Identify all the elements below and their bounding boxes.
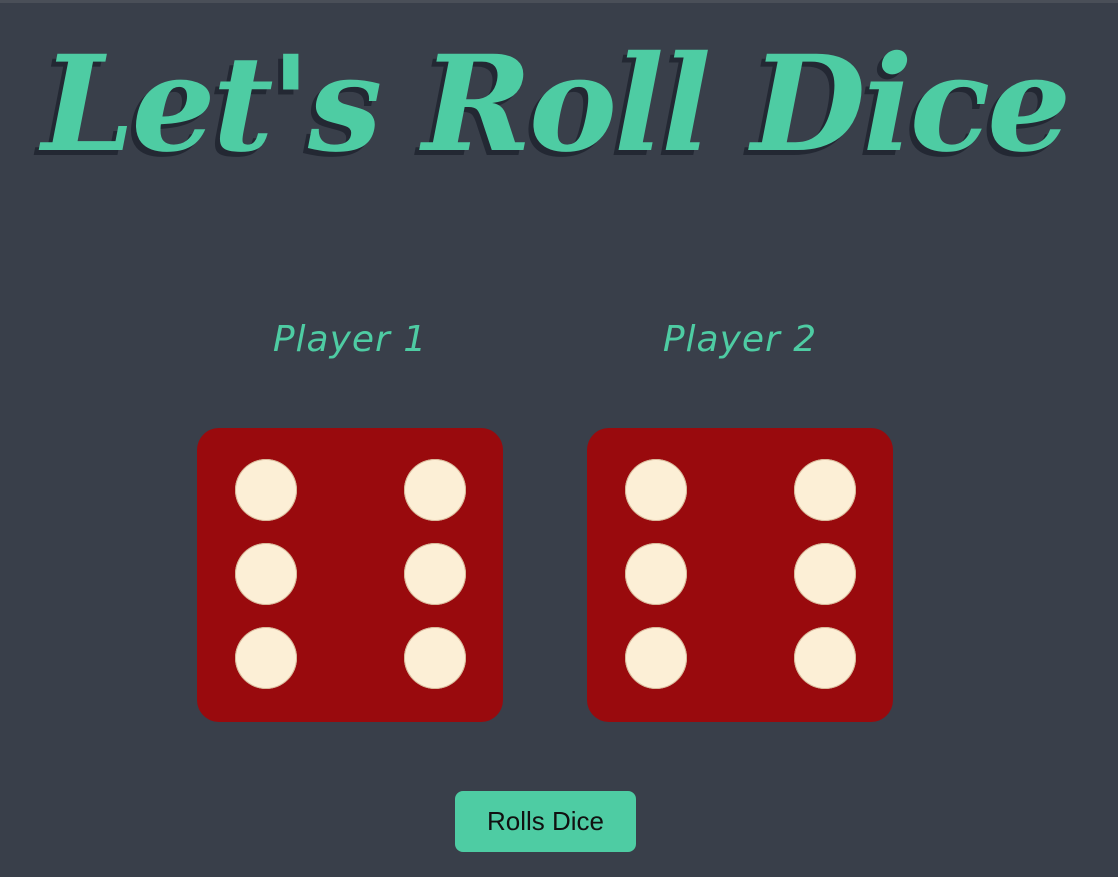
page-title: Let's Roll Dice: [41, 27, 1071, 182]
player-2-label: Player 2: [662, 319, 818, 360]
die-pip: [794, 543, 856, 605]
die-pip: [235, 459, 297, 521]
die-pip: [235, 627, 297, 689]
die-pip: [404, 459, 466, 521]
die-pip: [404, 627, 466, 689]
roll-dice-button[interactable]: Rolls Dice: [455, 791, 636, 852]
die-pip: [625, 627, 687, 689]
die-pip: [625, 459, 687, 521]
die-pip: [794, 627, 856, 689]
player-2-die: [587, 428, 893, 722]
player-1-die: [197, 428, 503, 722]
window-top-edge: [0, 0, 1118, 3]
player-2-section: Player 2: [587, 300, 893, 380]
die-pip: [794, 459, 856, 521]
die-pip: [625, 543, 687, 605]
player-1-label: Player 1: [272, 319, 428, 360]
die-pip: [235, 543, 297, 605]
die-pip: [404, 543, 466, 605]
player-1-section: Player 1: [197, 300, 503, 380]
